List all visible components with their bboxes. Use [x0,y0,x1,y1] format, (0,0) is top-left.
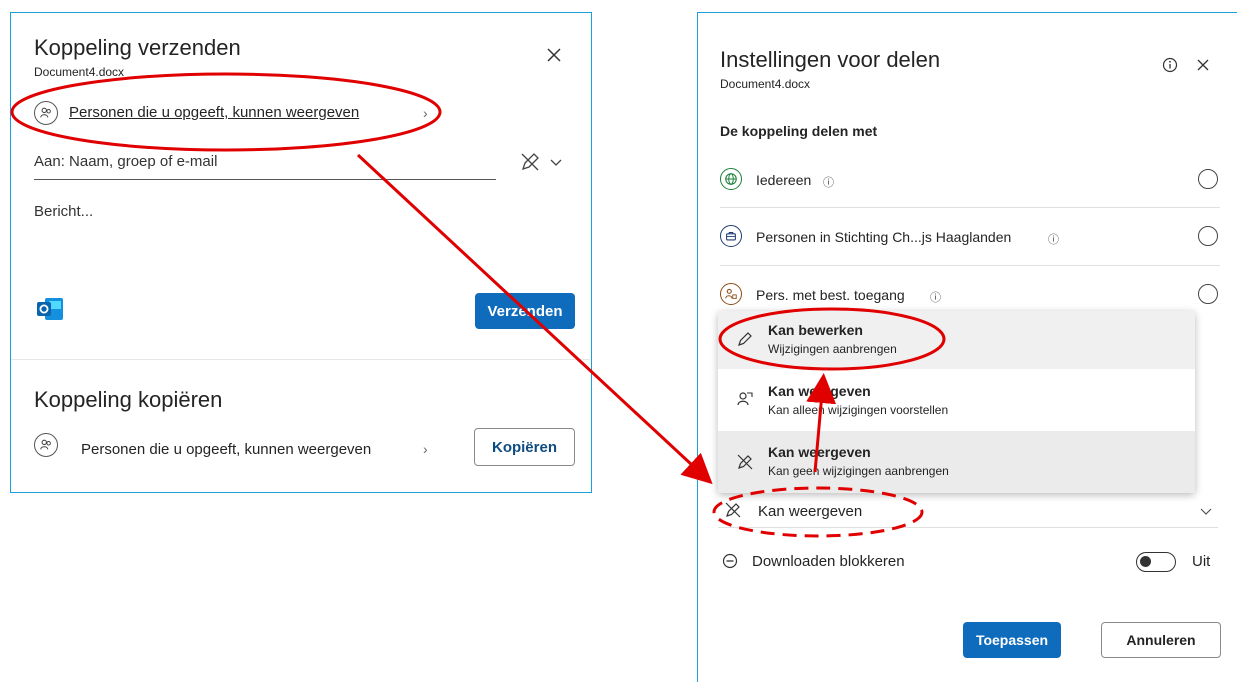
copy-scope-link[interactable]: Personen die u opgeeft, kunnen weergeven [81,441,371,458]
chevron-right-icon: › [423,105,428,121]
scope-link-label: Personen die u opgeeft, kunnen weergeven [69,104,360,121]
info-icon[interactable] [1162,57,1178,73]
option-organization[interactable]: Personen in Stichting Ch...js Haaglanden… [698,218,1228,258]
permission-dropdown[interactable]: Kan weergeven [718,497,1218,528]
send-link-filename: Document4.docx [34,65,125,79]
radio-organization[interactable] [1198,226,1218,246]
radio-existing-access[interactable] [1198,284,1218,304]
message-placeholder: Bericht... [34,203,94,220]
share-settings-title: Instellingen voor delen [720,47,941,72]
globe-icon [720,168,742,190]
people-icon [34,433,58,457]
scope-link[interactable]: Personen die u opgeeft, kunnen weergeven [69,104,359,121]
share-settings-filename: Document4.docx [720,77,811,91]
send-link-title: Koppeling verzenden [34,35,241,60]
toggle-state-label: Uit [1192,553,1211,570]
cancel-button[interactable]: Annuleren [1101,622,1221,658]
outlook-icon[interactable] [35,295,65,323]
option-divider [720,207,1220,208]
copy-button[interactable]: Kopiëren [474,428,575,466]
copy-scope-label: Personen die u opgeeft, kunnen weergeven [81,441,372,458]
block-download-toggle[interactable] [1136,552,1176,572]
close-icon[interactable] [544,45,564,65]
apply-button[interactable]: Toepassen [963,622,1061,658]
menu-item-desc: Kan geen wijzigingen aanbrengen [768,464,949,478]
info-icon[interactable]: ⓘ [823,174,834,190]
radio-everyone[interactable] [1198,169,1218,189]
option-label: Iedereen [756,172,812,188]
message-input[interactable]: Bericht... [34,203,494,263]
close-icon[interactable] [1195,57,1211,73]
recipients-input[interactable]: Aan: Naam, groep of e-mail [34,149,496,180]
recipients-placeholder: Aan: Naam, groep of e-mail [34,153,218,170]
copy-link-title: Koppeling kopiëren [34,387,223,412]
option-label: Personen in Stichting Ch...js Haaglanden [756,229,1012,245]
chevron-down-icon [1199,504,1213,518]
option-everyone[interactable]: Iedereen ⓘ [698,161,1228,201]
option-existing-access[interactable]: Pers. met best. toegang ⓘ [698,276,1228,316]
share-settings-dialog: Instellingen voor delen Document4.docx D… [697,12,1237,682]
permission-current-label: Kan weergeven [758,503,863,520]
option-label: Pers. met best. toegang [756,287,905,303]
menu-item-title: Kan weergeven [768,444,871,460]
menu-item-can-view[interactable]: Kan weergeven Kan geen wijzigingen aanbr… [718,431,1195,493]
share-with-heading: De koppeling delen met [720,123,878,139]
no-edit-icon [724,501,742,519]
people-lock-icon [720,283,742,305]
menu-item-can-review[interactable]: Kan weergeven Kan alleen wijzigingen voo… [718,371,1195,429]
pencil-icon [736,330,754,348]
permission-pencil-icon[interactable] [519,151,541,173]
send-button[interactable]: Verzenden [475,293,575,329]
permission-menu: Kan bewerken Wijzigingen aanbrengen Kan … [718,311,1195,493]
menu-item-desc: Kan alleen wijzigingen voorstellen [768,403,949,417]
info-icon[interactable]: ⓘ [930,289,941,305]
send-link-dialog: Koppeling verzenden Document4.docx Perso… [10,12,592,493]
review-icon [736,390,754,408]
info-icon[interactable]: ⓘ [1048,231,1059,247]
people-icon [34,101,58,125]
briefcase-icon [720,225,742,247]
chevron-right-icon: › [423,441,428,457]
menu-item-title: Kan bewerken [768,322,863,338]
menu-item-title: Kan weergeven [768,383,871,399]
no-edit-icon [736,453,754,471]
menu-item-desc: Wijzigingen aanbrengen [768,342,897,356]
option-divider [720,265,1220,266]
chevron-down-icon[interactable] [549,155,563,169]
block-download-row: Downloaden blokkeren Uit [718,547,1218,577]
block-download-label: Downloaden blokkeren [752,553,905,570]
section-divider [11,359,590,360]
menu-item-can-edit[interactable]: Kan bewerken Wijzigingen aanbrengen [718,311,1195,369]
minus-circle-icon [722,553,738,569]
